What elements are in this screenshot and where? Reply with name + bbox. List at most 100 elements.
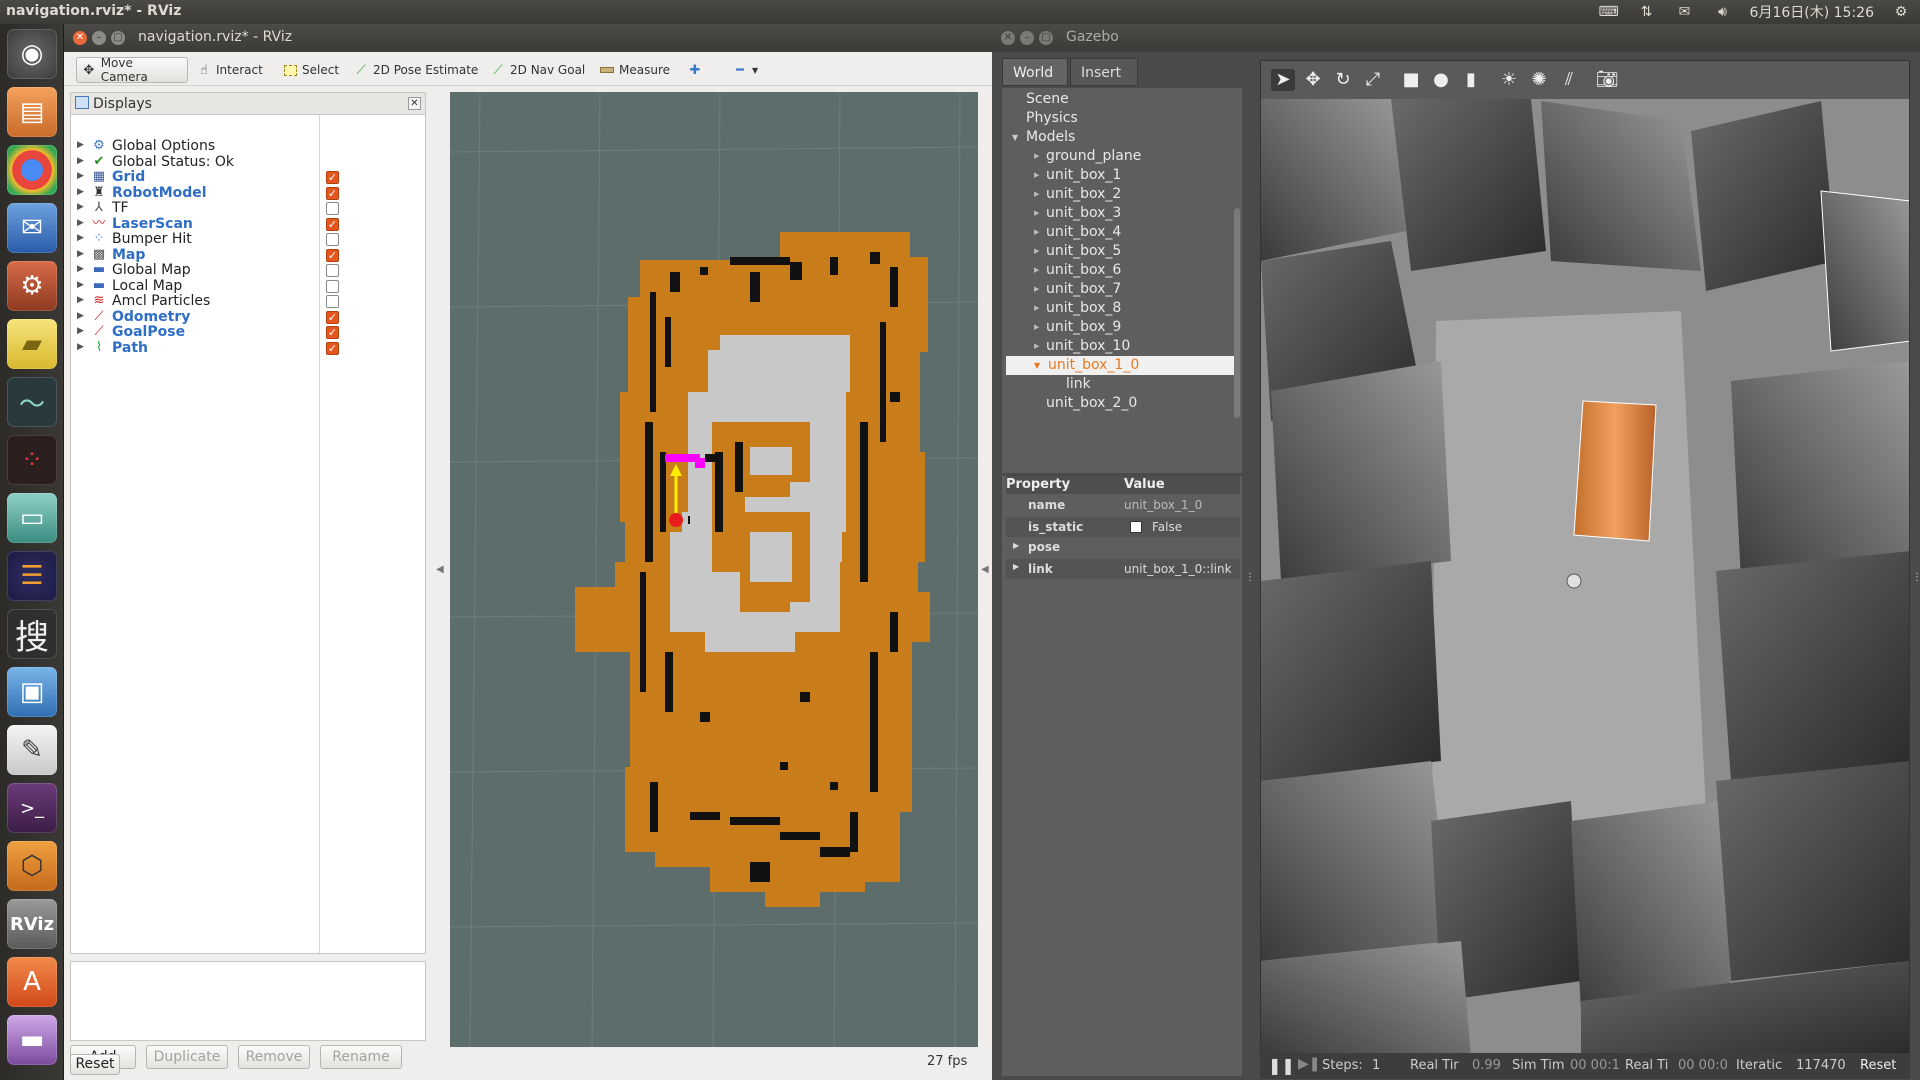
reset-button[interactable]: Reset <box>70 1054 120 1075</box>
text-editor-icon[interactable]: ✎ <box>7 725 57 775</box>
collapse-arrow-icon[interactable]: ▼ <box>1034 356 1040 375</box>
tree-item-model[interactable]: unit_box_2_0 <box>1046 394 1137 413</box>
tree-item-link[interactable]: link <box>1066 375 1091 394</box>
cylinder-shape-icon[interactable]: ▮ <box>1459 69 1483 91</box>
is-static-checkbox[interactable] <box>1130 521 1142 533</box>
display-enabled-checkbox[interactable] <box>326 264 339 277</box>
pause-icon[interactable]: ❚❚ <box>1268 1056 1295 1075</box>
nav-goal-tool[interactable]: ⟋ 2D Nav Goal <box>486 57 590 83</box>
collapse-left-icon[interactable]: ◀ <box>436 564 444 575</box>
tree-item-models[interactable]: ▼ Models <box>1012 128 1075 147</box>
tree-item-model[interactable]: ▶ unit_box_5 <box>1034 242 1121 261</box>
tab-world[interactable]: World <box>1002 58 1068 86</box>
select-tool[interactable]: Select <box>279 57 344 83</box>
remove-tool-menu[interactable]: ━ ▼ <box>728 57 763 83</box>
settings-icon[interactable]: ⚙ <box>7 261 57 311</box>
expand-arrow-icon[interactable]: ▶ <box>77 326 84 336</box>
expand-arrow-icon[interactable]: ▶ <box>77 171 84 181</box>
rename-button[interactable]: Rename <box>320 1045 402 1069</box>
tree-item-physics[interactable]: Physics <box>1026 109 1078 128</box>
spot-light-icon[interactable]: ✺ <box>1527 69 1551 91</box>
tree-item-model[interactable]: ▶ unit_box_10 <box>1034 337 1130 356</box>
gear-icon[interactable]: ⚙ <box>1890 3 1912 21</box>
keyboard-icon[interactable]: ⌨ <box>1598 3 1620 21</box>
display-enabled-checkbox[interactable]: ✓ <box>326 171 339 184</box>
terminal-icon[interactable]: >_ <box>7 783 57 833</box>
display-enabled-checkbox[interactable]: ✓ <box>326 310 339 324</box>
expand-arrow-icon[interactable]: ▶ <box>1034 204 1039 223</box>
expand-arrow-icon[interactable]: ▶ <box>77 233 84 243</box>
close-icon[interactable]: ✕ <box>408 97 421 110</box>
clock[interactable]: 6月16日(木) 15:26 <box>1750 2 1874 22</box>
sphere-shape-icon[interactable]: ● <box>1429 69 1453 91</box>
directional-light-icon[interactable]: ⫽ <box>1557 69 1581 91</box>
tree-item-model[interactable]: ▶ unit_box_6 <box>1034 261 1121 280</box>
display-enabled-checkbox[interactable]: ✓ <box>326 326 339 339</box>
property-row-pose[interactable]: ▶ pose <box>1006 538 1240 558</box>
translate-icon[interactable]: ✥ <box>1301 69 1325 91</box>
expand-arrow-icon[interactable]: ▶ <box>1034 299 1039 318</box>
minimize-icon[interactable]: – <box>1020 31 1034 45</box>
expand-arrow-icon[interactable]: ▶ <box>1034 166 1039 185</box>
collapse-right-icon[interactable]: ◀ <box>981 564 989 575</box>
splitter-handle[interactable]: ⋮ <box>1912 572 1920 583</box>
system-monitor-icon[interactable]: 〜 <box>7 377 57 427</box>
scale-icon[interactable]: ⤢ <box>1361 69 1385 91</box>
expand-arrow-icon[interactable]: ▶ <box>1034 242 1039 261</box>
expand-arrow-icon[interactable]: ▶ <box>77 342 84 352</box>
tab-insert[interactable]: Insert <box>1070 58 1138 86</box>
pose-estimate-tool[interactable]: ⟋ 2D Pose Estimate <box>349 57 483 83</box>
rotate-icon[interactable]: ↻ <box>1331 69 1355 91</box>
network-icon[interactable]: ⇅ <box>1636 3 1658 21</box>
expand-arrow-icon[interactable]: ▶ <box>77 140 84 150</box>
expand-arrow-icon[interactable]: ▶ <box>1034 147 1039 166</box>
maximize-icon[interactable]: □ <box>1039 31 1053 45</box>
measure-tool[interactable]: Measure <box>595 57 675 83</box>
expand-arrow-icon[interactable]: ▶ <box>1034 280 1039 299</box>
tree-item-scene[interactable]: Scene <box>1026 90 1069 109</box>
remote-desktop-icon[interactable]: ▣ <box>7 667 57 717</box>
display-enabled-checkbox[interactable]: ✓ <box>326 248 339 262</box>
expand-arrow-icon[interactable]: ▶ <box>1034 223 1039 242</box>
minimize-icon[interactable]: – <box>92 31 106 45</box>
expand-arrow-icon[interactable]: ▶ <box>1034 185 1039 204</box>
property-row-link[interactable]: ▶ link unit_box_1_0::link <box>1006 559 1240 579</box>
select-arrow-icon[interactable]: ➤ <box>1271 69 1295 91</box>
gazebo-3d-view[interactable]: ➤ ✥ ↻ ⤢ ■ ● ▮ ☀ ✺ ⫽ 📷︎ <box>1260 60 1910 1056</box>
network-icon[interactable]: ▭ <box>7 493 57 543</box>
app-icon[interactable]: ⁘ <box>7 435 57 485</box>
tree-item-model[interactable]: ▶ ground_plane <box>1034 147 1141 166</box>
expand-arrow-icon[interactable]: ▶ <box>77 295 84 305</box>
eclipse-icon[interactable]: ☰ <box>7 551 57 601</box>
expand-arrow-icon[interactable]: ▶ <box>1034 261 1039 280</box>
tree-item-model[interactable]: ▶ unit_box_1 <box>1034 166 1121 185</box>
expand-arrow-icon[interactable]: ▶ <box>1034 337 1039 356</box>
tree-item-model[interactable]: ▶ unit_box_7 <box>1034 280 1121 299</box>
tree-item-model[interactable]: ▶ unit_box_2 <box>1034 185 1121 204</box>
expand-arrow-icon[interactable]: ▶ <box>77 218 84 228</box>
interact-tool[interactable]: ☝ Interact <box>192 57 268 83</box>
expand-arrow-icon[interactable]: ▶ <box>77 156 84 166</box>
gazebo-titlebar[interactable]: ✕ – □ Gazebo <box>992 24 1920 52</box>
point-light-icon[interactable]: ☀ <box>1497 69 1521 91</box>
remove-button[interactable]: Remove <box>238 1045 310 1069</box>
chrome-icon[interactable] <box>7 145 57 195</box>
expand-arrow-icon[interactable]: ▶ <box>1034 318 1039 337</box>
mail-icon[interactable]: ✉ <box>1674 3 1696 21</box>
tree-item-model[interactable]: ▶ unit_box_8 <box>1034 299 1121 318</box>
tree-scrollbar[interactable] <box>1234 208 1240 418</box>
thunderbird-icon[interactable]: ✉ <box>7 203 57 253</box>
rviz-icon[interactable]: RViz <box>7 899 57 949</box>
maximize-icon[interactable]: □ <box>111 31 125 45</box>
display-enabled-checkbox[interactable]: ✓ <box>326 186 339 200</box>
reset-time-button[interactable]: Reset <box>1860 1058 1896 1073</box>
display-enabled-checkbox[interactable] <box>326 233 339 246</box>
display-enabled-checkbox[interactable] <box>326 295 339 308</box>
files-icon[interactable]: ▤ <box>7 87 57 137</box>
display-enabled-checkbox[interactable] <box>326 202 339 215</box>
splitter-handle[interactable]: ⋮ <box>1245 572 1255 583</box>
expand-arrow-icon[interactable]: ▶ <box>77 202 84 212</box>
tree-item-model[interactable]: ▶ unit_box_4 <box>1034 223 1121 242</box>
software-center-icon[interactable]: A <box>7 957 57 1007</box>
ubuntu-dash-icon[interactable]: ◉ <box>7 29 57 79</box>
